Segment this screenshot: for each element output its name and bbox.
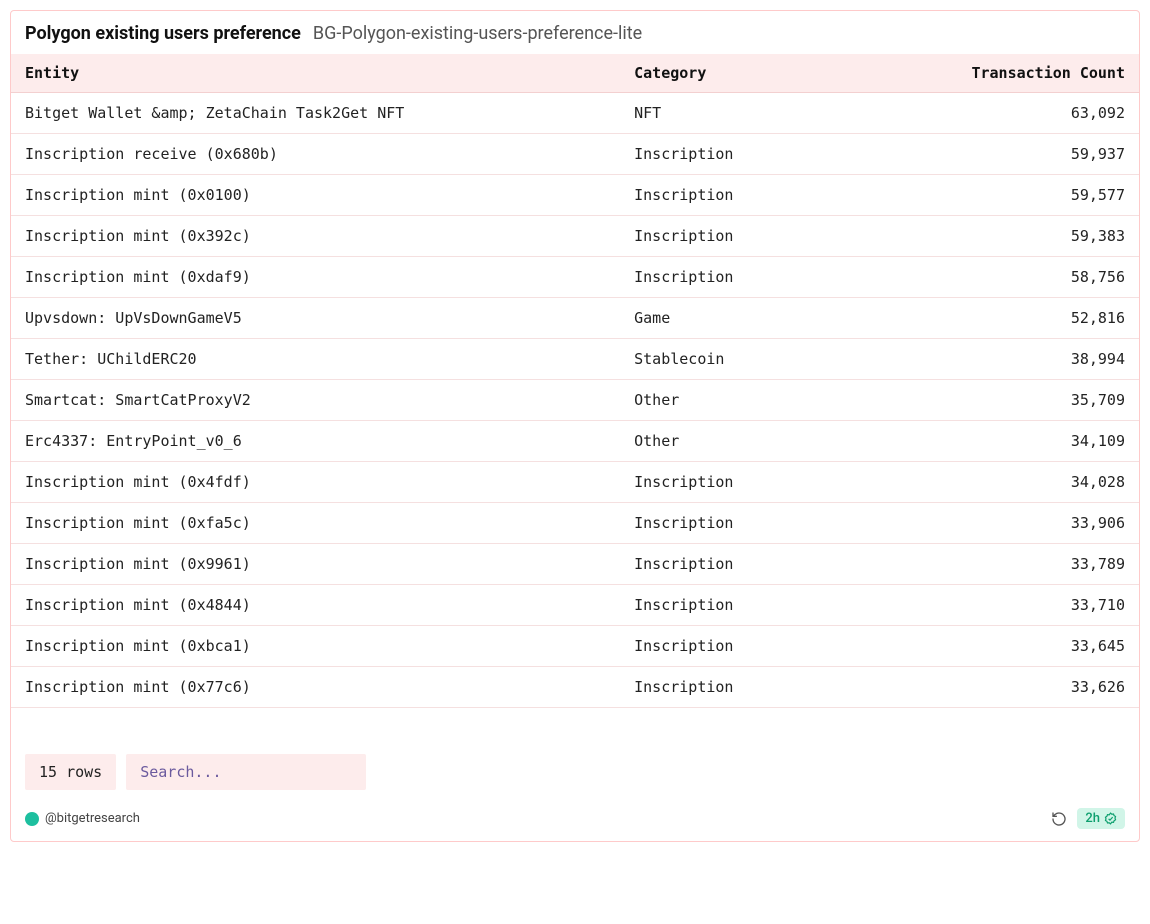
cell-count: 59,577	[891, 175, 1139, 216]
cell-count: 34,109	[891, 421, 1139, 462]
card-header: Polygon existing users preference BG-Pol…	[11, 11, 1139, 54]
cell-entity: Bitget Wallet &amp; ZetaChain Task2Get N…	[11, 93, 620, 134]
search-input[interactable]	[126, 754, 366, 790]
last-updated-badge[interactable]: 2h	[1077, 808, 1125, 829]
table-header-row: Entity Category Transaction Count	[11, 54, 1139, 93]
cell-count: 34,028	[891, 462, 1139, 503]
table-row[interactable]: Inscription mint (0x9961)Inscription33,7…	[11, 544, 1139, 585]
cell-entity: Tether: UChildERC20	[11, 339, 620, 380]
cell-entity: Inscription mint (0x77c6)	[11, 667, 620, 708]
cell-entity: Inscription mint (0xdaf9)	[11, 257, 620, 298]
avatar	[25, 812, 39, 826]
query-card: Polygon existing users preference BG-Pol…	[10, 10, 1140, 842]
cell-category: Inscription	[620, 216, 891, 257]
table-row[interactable]: Bitget Wallet &amp; ZetaChain Task2Get N…	[11, 93, 1139, 134]
col-header-count[interactable]: Transaction Count	[891, 54, 1139, 93]
cell-category: Inscription	[620, 257, 891, 298]
cell-category: Inscription	[620, 667, 891, 708]
table-row[interactable]: Inscription mint (0x0100)Inscription59,5…	[11, 175, 1139, 216]
row-count-badge: 15 rows	[25, 754, 116, 790]
cell-count: 33,906	[891, 503, 1139, 544]
cell-category: Inscription	[620, 503, 891, 544]
time-text: 2h	[1085, 811, 1100, 826]
footer-gap	[11, 708, 1139, 754]
cell-category: Other	[620, 380, 891, 421]
cell-count: 33,789	[891, 544, 1139, 585]
cell-count: 59,937	[891, 134, 1139, 175]
col-header-category[interactable]: Category	[620, 54, 891, 93]
cell-entity: Upvsdown: UpVsDownGameV5	[11, 298, 620, 339]
cell-entity: Erc4337: EntryPoint_v0_6	[11, 421, 620, 462]
cell-entity: Inscription mint (0x4fdf)	[11, 462, 620, 503]
cell-entity: Inscription mint (0x392c)	[11, 216, 620, 257]
table-row[interactable]: Inscription mint (0xdaf9)Inscription58,7…	[11, 257, 1139, 298]
data-table: Entity Category Transaction Count Bitget…	[11, 54, 1139, 708]
cell-entity: Inscription receive (0x680b)	[11, 134, 620, 175]
cell-category: Stablecoin	[620, 339, 891, 380]
card-title: Polygon existing users preference	[25, 23, 301, 44]
cell-count: 59,383	[891, 216, 1139, 257]
cell-count: 52,816	[891, 298, 1139, 339]
verified-icon	[1104, 812, 1117, 825]
cell-category: Inscription	[620, 175, 891, 216]
cell-category: Other	[620, 421, 891, 462]
table-row[interactable]: Tether: UChildERC20Stablecoin38,994	[11, 339, 1139, 380]
cell-count: 33,710	[891, 585, 1139, 626]
cell-entity: Inscription mint (0x0100)	[11, 175, 620, 216]
cell-category: Inscription	[620, 626, 891, 667]
cell-entity: Inscription mint (0x4844)	[11, 585, 620, 626]
cell-count: 58,756	[891, 257, 1139, 298]
table-row[interactable]: Upvsdown: UpVsDownGameV5Game52,816	[11, 298, 1139, 339]
right-controls: 2h	[1051, 808, 1125, 829]
table-row[interactable]: Inscription mint (0xbca1)Inscription33,6…	[11, 626, 1139, 667]
card-bottom-bar: @bitgetresearch 2h	[11, 802, 1139, 841]
cell-count: 35,709	[891, 380, 1139, 421]
col-header-entity[interactable]: Entity	[11, 54, 620, 93]
table-row[interactable]: Erc4337: EntryPoint_v0_6Other34,109	[11, 421, 1139, 462]
cell-entity: Smartcat: SmartCatProxyV2	[11, 380, 620, 421]
cell-count: 63,092	[891, 93, 1139, 134]
author-handle[interactable]: @bitgetresearch	[25, 811, 140, 826]
cell-entity: Inscription mint (0xbca1)	[11, 626, 620, 667]
cell-category: Inscription	[620, 585, 891, 626]
table-row[interactable]: Inscription mint (0x77c6)Inscription33,6…	[11, 667, 1139, 708]
table-row[interactable]: Inscription mint (0x4844)Inscription33,7…	[11, 585, 1139, 626]
cell-category: Inscription	[620, 134, 891, 175]
cell-category: Inscription	[620, 462, 891, 503]
table-controls: 15 rows	[11, 754, 1139, 802]
handle-text: @bitgetresearch	[45, 811, 140, 826]
cell-count: 33,645	[891, 626, 1139, 667]
table-row[interactable]: Smartcat: SmartCatProxyV2Other35,709	[11, 380, 1139, 421]
cell-category: Game	[620, 298, 891, 339]
table-row[interactable]: Inscription mint (0xfa5c)Inscription33,9…	[11, 503, 1139, 544]
cell-category: Inscription	[620, 544, 891, 585]
cell-entity: Inscription mint (0xfa5c)	[11, 503, 620, 544]
cell-entity: Inscription mint (0x9961)	[11, 544, 620, 585]
table-row[interactable]: Inscription receive (0x680b)Inscription5…	[11, 134, 1139, 175]
table-row[interactable]: Inscription mint (0x392c)Inscription59,3…	[11, 216, 1139, 257]
cell-count: 33,626	[891, 667, 1139, 708]
cell-count: 38,994	[891, 339, 1139, 380]
table-row[interactable]: Inscription mint (0x4fdf)Inscription34,0…	[11, 462, 1139, 503]
card-subtitle: BG-Polygon-existing-users-preference-lit…	[313, 23, 642, 44]
refresh-icon[interactable]	[1051, 811, 1067, 827]
cell-category: NFT	[620, 93, 891, 134]
